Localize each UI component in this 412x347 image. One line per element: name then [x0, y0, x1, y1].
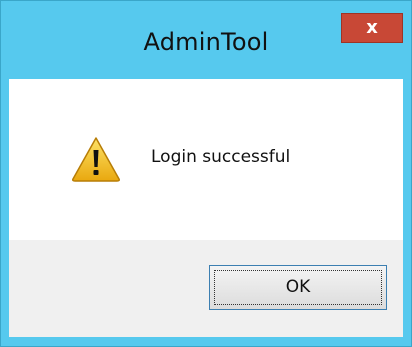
message-area: Login successful: [9, 79, 403, 240]
warning-icon: [72, 137, 120, 182]
button-bar: OK: [9, 240, 403, 337]
message-text: Login successful: [151, 147, 291, 167]
ok-button-label: OK: [285, 277, 311, 297]
ok-button[interactable]: OK: [209, 265, 387, 310]
dialog-window: AdminTool x Login successful OK: [0, 0, 412, 347]
close-button[interactable]: x: [341, 13, 403, 43]
dialog-content: Login successful OK: [9, 79, 403, 337]
title-bar[interactable]: AdminTool x: [1, 1, 411, 79]
